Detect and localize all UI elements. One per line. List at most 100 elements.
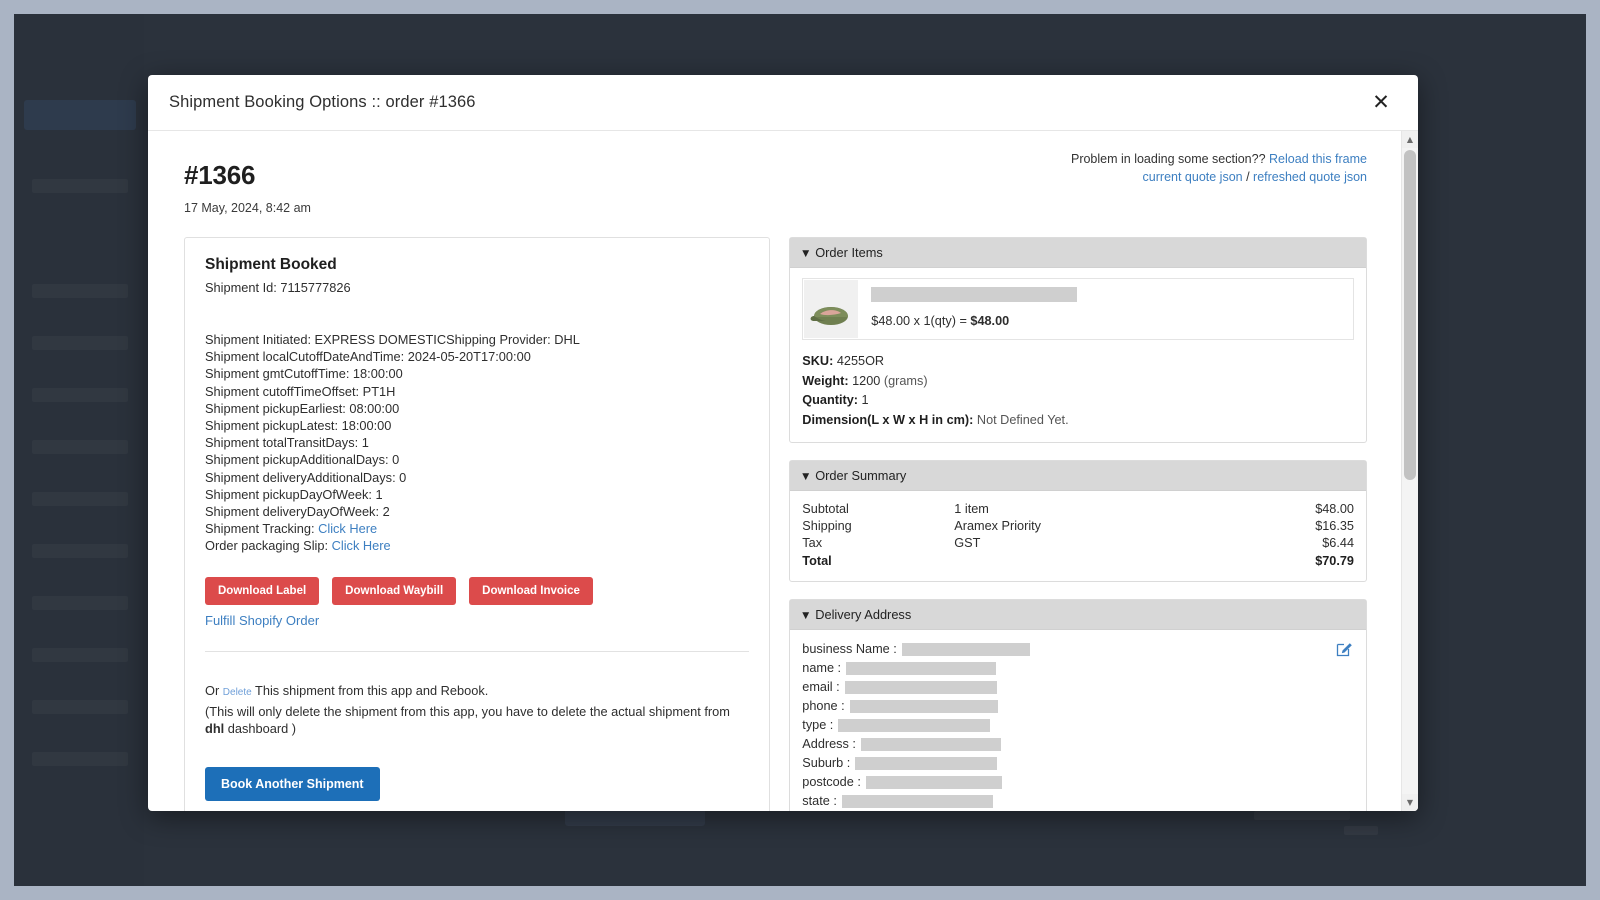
address-value-redacted [838,719,990,732]
order-item-card: $48.00 x 1(qty) = $48.00 [802,278,1354,340]
book-another-shipment-button[interactable]: Book Another Shipment [205,767,380,801]
delete-suffix-text: This shipment from this app and Rebook. [255,683,488,698]
download-label-button[interactable]: Download Label [205,577,319,605]
link-separator: / [1243,170,1253,184]
order-items-panel-title: Order Items [815,245,883,260]
delete-prefix-text: Or [205,683,219,698]
summary-detail: GST [954,535,1264,551]
delete-shipment-link[interactable]: Delete [223,687,252,698]
delivery-address-panel-header[interactable]: ▼Delivery Address [790,600,1366,630]
address-label: state : [802,794,837,808]
fulfill-shopify-order-link[interactable]: Fulfill Shopify Order [205,613,749,628]
scrollbar-thumb[interactable] [1404,150,1416,480]
summary-label: Shipping [802,518,954,534]
background-nav-item [32,544,128,558]
shipment-detail-line: Shipment deliveryDayOfWeek: 2 [205,503,749,520]
background-nav-item [32,336,128,350]
address-value-redacted [902,643,1030,656]
address-label: Suburb : [802,756,850,770]
weight-unit: (grams) [884,374,928,388]
summary-amount: $6.44 [1264,535,1354,551]
background-nav-item [24,100,136,130]
modal-title: Shipment Booking Options :: order #1366 [169,93,476,112]
background-nav-item [32,596,128,610]
modal-top-row: #1366 17 May, 2024, 8:42 am Problem in l… [184,148,1367,215]
address-row-phone: phone : [802,697,1354,716]
order-item-price-prefix: $48.00 x 1(qty) = [871,314,970,328]
summary-total-row: Total $70.79 [802,551,1354,570]
order-item-dimension-row: Dimension(L x W x H in cm): Not Defined … [802,411,1354,431]
order-items-panel-header[interactable]: ▼ Order Items [790,238,1366,268]
address-value-redacted [861,738,1001,751]
shipment-tracking-link[interactable]: Click Here [318,521,377,536]
summary-label: Subtotal [802,501,954,517]
summary-label: Tax [802,535,954,551]
scroll-down-arrow-icon[interactable]: ▼ [1402,794,1418,811]
cap-illustration [808,292,854,326]
order-summary-panel-title: Order Summary [815,468,906,483]
background-nav-item [32,284,128,298]
close-icon[interactable]: ✕ [1366,88,1396,118]
summary-amount: $16.35 [1264,518,1354,534]
order-heading-block: #1366 17 May, 2024, 8:42 am [184,148,311,215]
shipment-detail-line: Shipment pickupAdditionalDays: 0 [205,451,749,468]
address-row-email: email : [802,678,1354,697]
shipment-detail-line: Shipment localCutoffDateAndTime: 2024-05… [205,348,749,365]
address-row-postcode: postcode : [802,773,1354,792]
modal-scrollbar[interactable]: ▲ ▼ [1401,131,1418,811]
address-value-redacted [845,681,997,694]
background-text [1344,826,1378,835]
background-nav-item [32,648,128,662]
download-waybill-button[interactable]: Download Waybill [332,577,456,605]
caret-down-icon: ▼ [802,472,809,482]
order-summary-panel-header[interactable]: ▼ Order Summary [790,461,1366,491]
weight-value: 1200 [852,374,880,388]
address-value-redacted [855,757,997,770]
address-label: type : [802,718,833,732]
order-item-weight-row: Weight: 1200 (grams) [802,372,1354,392]
summary-total-detail [954,553,1264,569]
reload-frame-link[interactable]: Reload this frame [1269,152,1367,166]
shipment-booked-heading: Shipment Booked [205,256,749,274]
scroll-up-arrow-icon[interactable]: ▲ [1402,131,1418,148]
current-quote-json-link[interactable]: current quote json [1143,170,1243,184]
modal-scroll-pane: #1366 17 May, 2024, 8:42 am Problem in l… [148,131,1401,811]
summary-row: Shipping Aramex Priority $16.35 [802,517,1354,534]
order-number: #1366 [184,160,311,191]
shipment-detail-line: Shipment totalTransitDays: 1 [205,434,749,451]
address-row-state: state : [802,792,1354,811]
summary-total-amount: $70.79 [1264,553,1354,569]
download-invoice-button[interactable]: Download Invoice [469,577,593,605]
packaging-slip-link[interactable]: Click Here [332,538,391,553]
shipment-detail-line: Shipment Initiated: EXPRESS DOMESTICShip… [205,331,749,348]
background-nav-item [32,700,128,714]
background-nav-item [32,440,128,454]
packaging-slip-label: Order packaging Slip: [205,538,328,553]
delete-note-post: dashboard ) [224,721,296,736]
delete-rebook-text: Or Delete This shipment from this app an… [205,682,749,701]
address-label: phone : [802,699,844,713]
order-item-meta: $48.00 x 1(qty) = $48.00 [859,279,1353,339]
edit-square-icon[interactable] [1335,639,1354,658]
delivery-address-panel-title: Delivery Address [815,607,911,622]
refreshed-quote-json-link[interactable]: refreshed quote json [1253,170,1367,184]
background-nav-item [32,388,128,402]
green-cap-image [804,280,858,338]
shipment-detail-line: Shipment cutoffTimeOffset: PT1H [205,383,749,400]
modal-columns: Shipment Booked Shipment Id: 7115777826 … [184,237,1367,811]
shipment-detail-line: Shipment deliveryAdditionalDays: 0 [205,469,749,486]
background-nav-item [32,179,128,193]
shipment-tracking-row: Shipment Tracking: Click Here [205,520,749,537]
caret-down-icon: ▼ [802,249,809,259]
reload-notice-text: Problem in loading some section?? [1071,152,1266,166]
shipment-detail-line: Shipment pickupDayOfWeek: 1 [205,486,749,503]
address-value-redacted [846,662,996,675]
order-item-sku-row: SKU: 4255OR [802,352,1354,372]
delivery-address-panel: ▼Delivery Address [789,599,1367,812]
summary-total-label: Total [802,553,954,569]
address-row-address: Address : [802,735,1354,754]
summary-detail: 1 item [954,501,1264,517]
download-buttons-row: Download Label Download Waybill Download… [205,577,749,605]
order-items-panel: ▼ Order Items [789,237,1367,443]
modal-header: Shipment Booking Options :: order #1366 … [148,75,1418,131]
